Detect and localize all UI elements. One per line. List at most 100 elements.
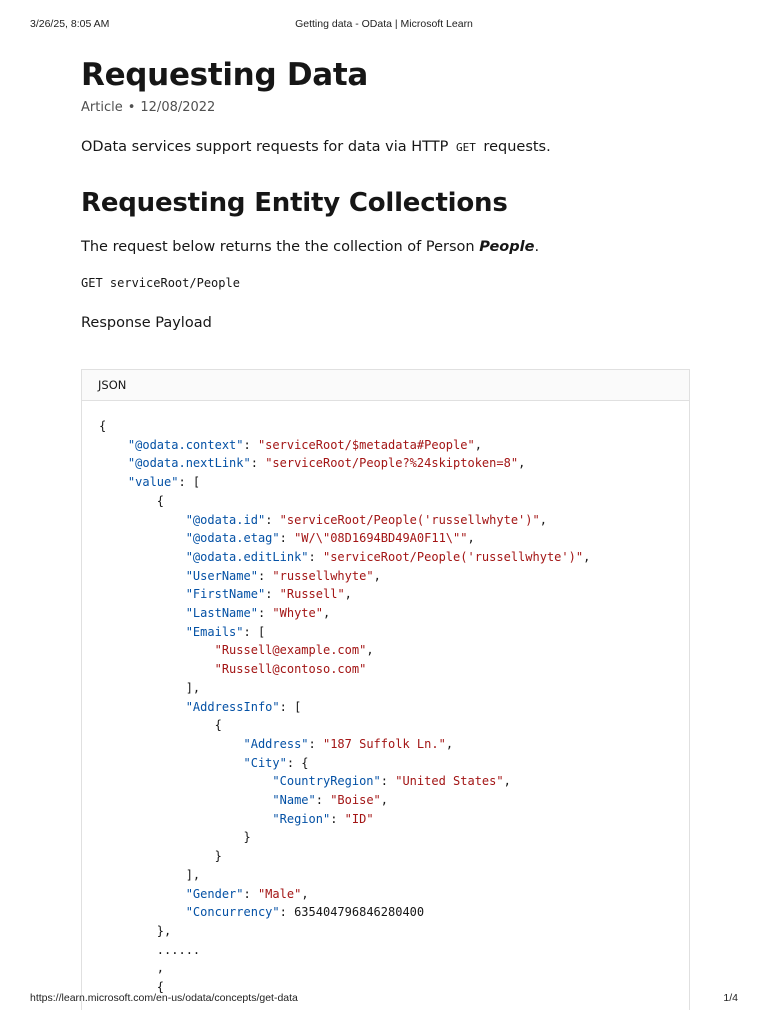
- code-line: "AddressInfo": [: [99, 699, 302, 714]
- meta-separator: •: [127, 100, 136, 115]
- json-punctuation: :: [308, 549, 323, 564]
- json-string: "serviceRoot/$metadata#People": [257, 437, 475, 452]
- json-key: "value": [127, 475, 179, 490]
- json-punctuation: [99, 887, 186, 901]
- code-line: {: [99, 494, 164, 508]
- request-example: GET serviceRoot/People: [81, 276, 240, 290]
- code-line: "Emails": [: [99, 625, 265, 639]
- json-key: "LastName": [185, 606, 258, 621]
- code-line: "@odata.context": "serviceRoot/$metadata…: [99, 438, 482, 452]
- code-block: JSON { "@odata.context": "serviceRoot/$m…: [81, 369, 690, 1010]
- article-content: Requesting Data Article • 12/08/2022 OData…: [81, 55, 691, 334]
- json-punctuation: ,: [503, 774, 511, 789]
- json-punctuation: [99, 587, 186, 601]
- code-line: {: [99, 419, 106, 433]
- json-punctuation: : [: [279, 699, 302, 714]
- json-string: "United States": [395, 774, 504, 789]
- article-date: 12/08/2022: [140, 100, 216, 115]
- json-punctuation: [99, 812, 272, 826]
- json-key: "Address": [243, 736, 309, 751]
- json-punctuation: ],: [99, 680, 201, 695]
- print-page-title: Getting data - OData | Microsoft Learn: [295, 18, 473, 30]
- json-punctuation: [99, 905, 186, 919]
- json-string: "serviceRoot/People('russellwhyte')": [279, 512, 540, 527]
- page-number: 1/4: [723, 992, 738, 1004]
- page-title: Requesting Data: [81, 57, 369, 93]
- json-key: "Concurrency": [185, 905, 280, 920]
- code-line: "Gender": "Male",: [99, 887, 309, 901]
- code-line: "@odata.editLink": "serviceRoot/People('…: [99, 549, 591, 564]
- code-line: ,: [99, 961, 164, 975]
- json-punctuation: [99, 569, 186, 583]
- json-string: "Russell": [279, 587, 345, 602]
- code-line: "LastName": "Whyte",: [99, 606, 331, 621]
- json-key: "AddressInfo": [185, 699, 280, 714]
- json-string: "russellwhyte": [272, 568, 374, 583]
- json-key: "Emails": [185, 624, 244, 639]
- json-punctuation: [99, 475, 128, 489]
- json-string: "Boise": [330, 793, 381, 808]
- json-punctuation: :: [265, 512, 280, 527]
- json-string: "serviceRoot/People?%24skiptoken=8": [265, 456, 519, 471]
- json-punctuation: ,: [474, 437, 482, 452]
- desc-text-end: .: [534, 239, 540, 255]
- json-punctuation: [99, 531, 186, 545]
- json-punctuation: : [: [243, 624, 266, 639]
- json-key: "FirstName": [185, 587, 266, 602]
- code-line: "Address": "187 Suffolk Ln.",: [99, 736, 454, 751]
- json-key: "City": [243, 755, 287, 770]
- json-string: "Whyte": [272, 606, 323, 621]
- json-string: "serviceRoot/People('russellwhyte')": [322, 549, 584, 564]
- json-key: "@odata.context": [127, 437, 244, 452]
- code-line: }: [99, 849, 222, 863]
- json-punctuation: ,: [583, 549, 591, 564]
- json-string: "Russell@example.com": [214, 643, 367, 658]
- json-punctuation: [99, 625, 186, 639]
- json-key: "CountryRegion": [272, 774, 381, 789]
- code-line: "@odata.etag": "W/\"08D1694BD49A0F11\"",: [99, 531, 475, 545]
- code-line: "value": [: [99, 475, 200, 489]
- json-string: "Russell@contoso.com": [214, 662, 367, 677]
- code-body[interactable]: { "@odata.context": "serviceRoot/$metada…: [82, 401, 689, 997]
- code-line: "City": {: [99, 756, 309, 770]
- code-line: {: [99, 718, 222, 732]
- section-description: The request below returns the the collec…: [81, 236, 691, 258]
- json-punctuation: :: [243, 886, 258, 901]
- json-key: "@odata.nextLink": [127, 456, 251, 471]
- json-punctuation: [99, 606, 186, 620]
- article-meta: Article • 12/08/2022: [81, 100, 691, 118]
- intro-paragraph: OData services support requests for data…: [81, 136, 691, 159]
- json-punctuation: ,: [322, 606, 331, 621]
- json-key: "@odata.etag": [185, 531, 280, 546]
- json-punctuation: ,: [539, 512, 547, 527]
- desc-emphasis: People: [479, 239, 535, 255]
- json-punctuation: }: [99, 849, 222, 864]
- code-line: ],: [99, 681, 200, 695]
- article-type: Article: [81, 100, 123, 115]
- print-url: https://learn.microsoft.com/en-us/odata/…: [30, 992, 298, 1004]
- json-string: "W/\"08D1694BD49A0F11\"": [294, 531, 468, 546]
- json-punctuation: ,: [380, 793, 389, 808]
- json-key: "@odata.id": [185, 512, 266, 527]
- json-punctuation: [99, 550, 186, 564]
- json-punctuation: :: [257, 606, 273, 621]
- json-punctuation: {: [99, 493, 165, 508]
- json-punctuation: [99, 700, 186, 714]
- code-line: "Region": "ID": [99, 812, 373, 826]
- json-punctuation: ,: [373, 568, 381, 583]
- json-punctuation: : [: [178, 475, 201, 490]
- json-punctuation: ,: [301, 886, 309, 901]
- code-line: "CountryRegion": "United States",: [99, 774, 511, 789]
- section-heading: Requesting Entity Collections: [81, 188, 508, 218]
- code-line: "Russell@example.com",: [99, 643, 374, 657]
- json-punctuation: [99, 456, 128, 470]
- response-payload-label: Response Payload: [81, 315, 212, 331]
- print-header: 3/26/25, 8:05 AM Getting data - OData | …: [30, 18, 738, 32]
- code-line: "Concurrency": 635404796846280400: [99, 905, 424, 919]
- json-punctuation: ],: [99, 867, 201, 882]
- json-punctuation: [99, 793, 272, 807]
- code-line: "@odata.nextLink": "serviceRoot/People?%…: [99, 456, 525, 470]
- json-punctuation: : {: [286, 755, 309, 770]
- json-punctuation: [99, 513, 186, 527]
- json-punctuation: [99, 438, 128, 452]
